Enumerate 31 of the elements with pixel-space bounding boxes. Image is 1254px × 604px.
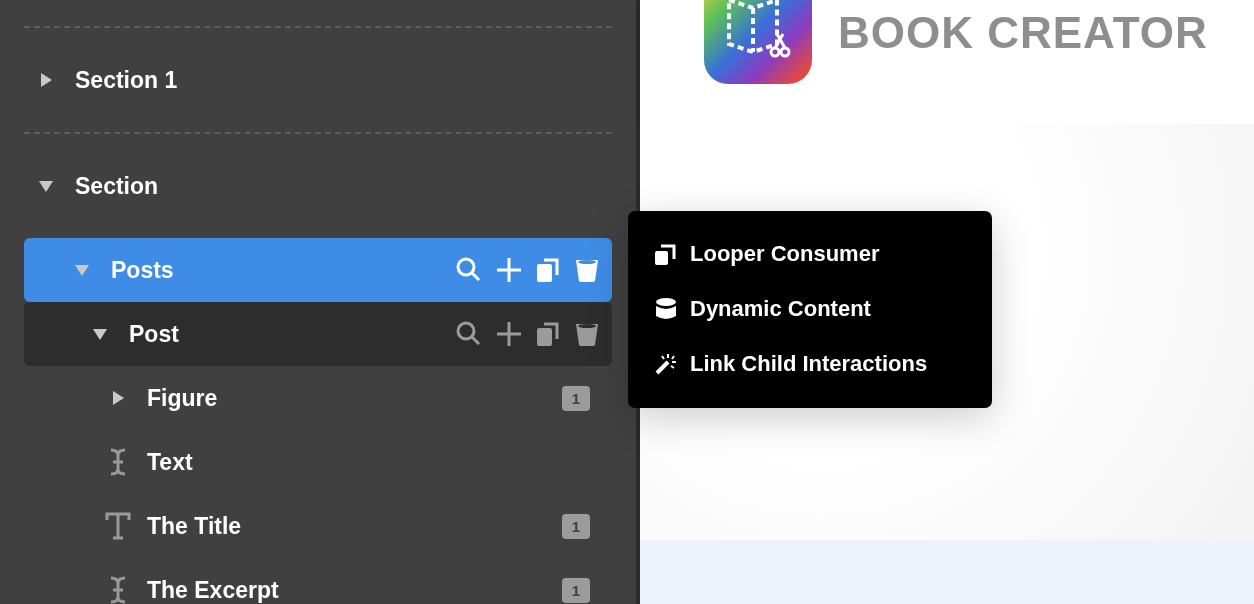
brand-name: BOOK CREATOR — [838, 8, 1208, 58]
text-cursor-icon — [109, 448, 127, 476]
layer-row[interactable]: Post — [24, 302, 612, 366]
count-badge: 1 — [562, 577, 590, 603]
duplicate-icon[interactable] — [536, 257, 560, 283]
layer-row[interactable]: The Excerpt 1 — [24, 558, 612, 604]
layer-row[interactable]: Figure 1 — [24, 366, 612, 430]
menu-item[interactable]: Dynamic Content — [654, 292, 992, 326]
section-row[interactable]: Section 1 — [24, 48, 612, 112]
count-badge: 1 — [562, 513, 590, 539]
caret-icon[interactable] — [92, 326, 108, 342]
layer-row[interactable]: The Title 1 — [24, 494, 612, 558]
text-icon — [105, 512, 131, 540]
duplicate-icon[interactable] — [536, 321, 560, 347]
caret-icon[interactable] — [38, 72, 54, 88]
database-icon — [654, 297, 678, 321]
search-icon[interactable] — [456, 321, 482, 347]
menu-item[interactable]: Link Child Interactions — [654, 347, 992, 381]
trash-icon[interactable] — [574, 257, 600, 283]
add-icon[interactable] — [496, 321, 522, 347]
copy-icon — [654, 242, 678, 266]
text-cursor-icon — [109, 576, 127, 604]
layer-row[interactable]: Text — [24, 430, 612, 494]
trash-icon[interactable] — [574, 321, 600, 347]
search-icon[interactable] — [456, 257, 482, 283]
menu-item[interactable]: Looper Consumer — [654, 237, 992, 271]
magic-wand-icon — [654, 352, 678, 376]
count-badge: 1 — [562, 385, 590, 411]
caret-icon[interactable] — [38, 178, 54, 194]
section-row[interactable]: Section — [24, 154, 612, 218]
caret-icon[interactable] — [110, 390, 126, 406]
